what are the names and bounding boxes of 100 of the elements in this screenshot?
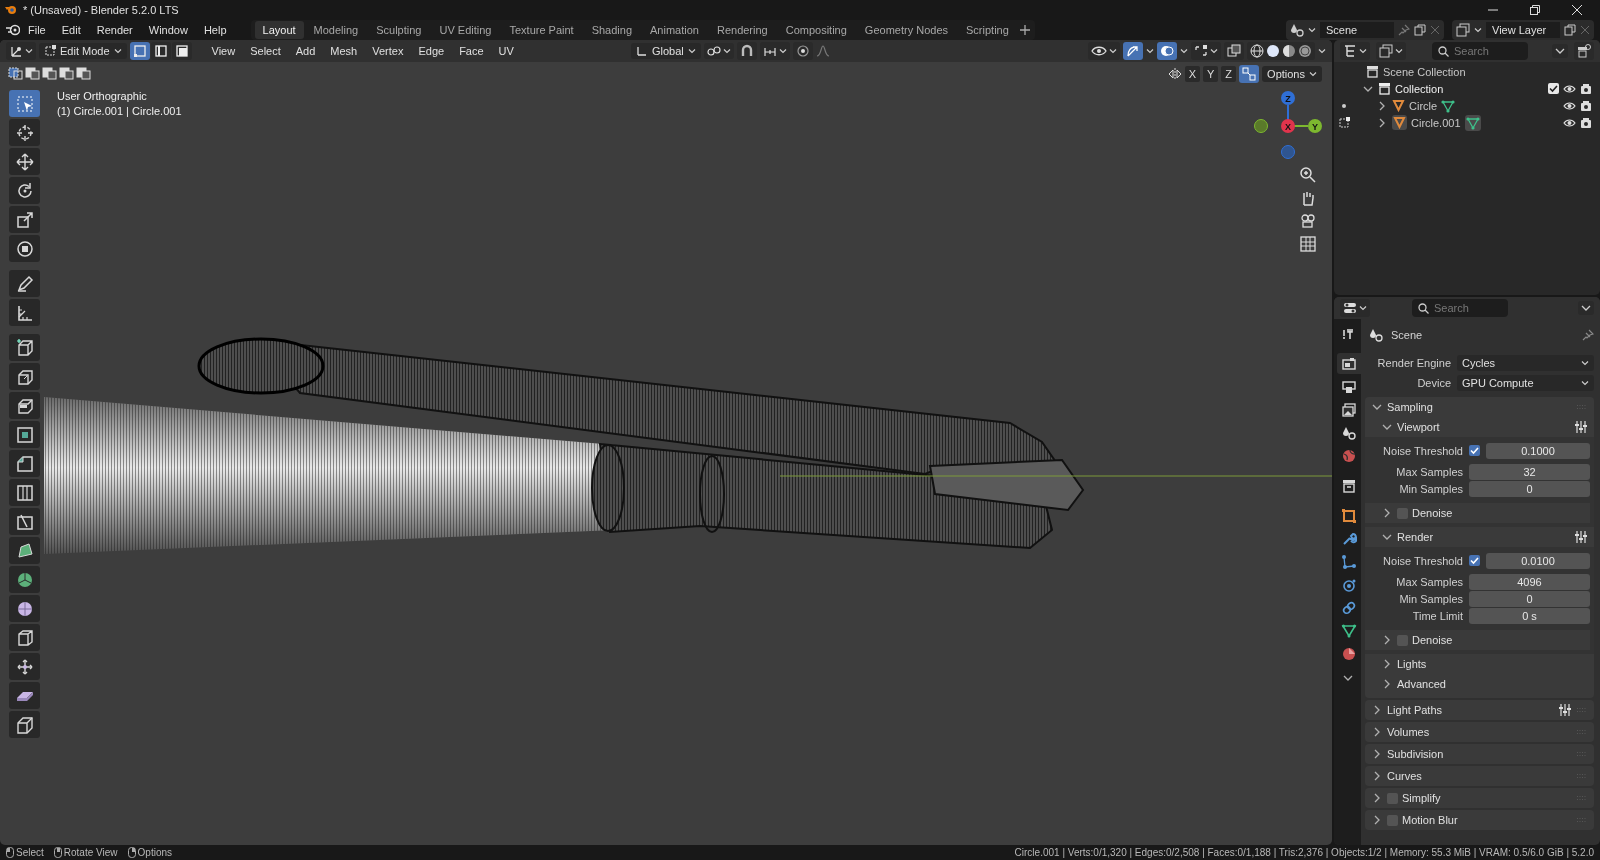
presets-icon[interactable] [1558,703,1572,717]
checkbox[interactable] [1387,792,1398,804]
select-box-icon[interactable] [9,90,40,117]
image-stack-icon[interactable] [1379,44,1393,58]
outliner-item[interactable]: Scene Collection [1383,65,1466,78]
mirror-icon[interactable] [1167,67,1182,81]
vertex-select-icon[interactable] [129,42,150,60]
number-field[interactable]: 0 [1469,590,1590,607]
axis-toggle[interactable]: X [1184,66,1200,82]
checkbox[interactable] [1548,83,1559,94]
presets-icon[interactable] [1574,530,1588,544]
new-collection-icon[interactable] [1577,44,1591,58]
workspace-tab[interactable]: Shading [583,21,641,39]
filter-icon[interactable] [1581,303,1591,313]
restore-icon[interactable] [1530,5,1540,15]
workspace-tab[interactable]: Modeling [305,21,367,39]
pie-icon[interactable] [9,566,40,593]
menu-item[interactable]: Window [140,22,196,38]
subpanel-title[interactable]: Denoise [1412,507,1453,519]
workspace-tab[interactable]: Scripting [958,21,1017,39]
rotate-icon[interactable] [9,177,40,204]
outliner-icon[interactable] [1343,44,1357,58]
zoom-icon[interactable] [1300,167,1316,183]
menu-item[interactable]: Add [289,43,322,59]
selection-mode-icon[interactable] [25,66,41,80]
image-stack-icon[interactable] [1456,23,1470,37]
gizmo-icon[interactable] [1126,44,1140,58]
selection-mode-icon[interactable] [8,66,24,80]
loop-cut-icon[interactable] [9,479,40,506]
target-icon[interactable] [795,44,810,58]
mesh-data-icon[interactable] [1441,98,1456,113]
grip-icon[interactable] [1576,751,1588,757]
panel-title[interactable]: Sampling [1387,401,1433,413]
workspace-tab[interactable]: Geometry Nodes [856,21,956,39]
solid-sphere-icon[interactable] [1266,44,1280,58]
properties-icon[interactable] [1343,301,1357,315]
subpanel-title[interactable]: Lights [1397,658,1427,670]
camera-icon[interactable] [1580,116,1592,129]
link-icon[interactable] [706,45,721,57]
menu-item[interactable]: Help [195,22,235,38]
face-select-icon[interactable] [171,42,192,60]
options-dropdown[interactable]: Options [1262,66,1322,82]
box-frame-icon[interactable] [9,711,40,738]
slab-icon[interactable] [9,682,40,709]
eye-icon[interactable] [1091,44,1107,58]
grip-icon[interactable] [1576,795,1588,801]
outliner-item[interactable]: Circle [1409,99,1438,112]
menu-item[interactable]: Vertex [366,43,410,59]
hand-icon[interactable] [1300,190,1316,206]
checkbox[interactable] [1387,814,1398,826]
inset-icon[interactable] [9,421,40,448]
menu-item[interactable]: Render [88,22,141,38]
arrows-icon[interactable] [9,653,40,680]
knife-icon[interactable] [9,508,40,535]
scene-name[interactable]: Scene [1320,22,1394,38]
number-field[interactable]: 0 [1469,480,1590,497]
grip-icon[interactable] [1576,817,1588,823]
subpanel-title[interactable]: Advanced [1397,678,1446,690]
checkbox[interactable] [1469,445,1480,456]
wireframe-sphere-icon[interactable] [1250,44,1264,58]
workspace-tab[interactable]: Layout [254,21,304,39]
camera-icon[interactable] [1300,213,1316,229]
ruler-icon[interactable] [9,299,40,326]
eye-icon[interactable] [1563,116,1576,129]
scale-icon[interactable] [9,206,40,233]
eye-icon[interactable] [1563,99,1576,112]
selection-mode-icon[interactable] [76,66,92,80]
dropdown[interactable]: GPU Compute [1457,375,1594,391]
axes-icon[interactable] [9,44,23,58]
selection-mode-icon[interactable] [59,66,75,80]
edit-mode-icon[interactable] [1338,116,1350,129]
outliner-item[interactable]: Collection [1395,82,1444,95]
axis-handle[interactable] [1281,145,1295,159]
menu-item[interactable]: UV [492,43,520,59]
cube-outline-icon[interactable] [9,624,40,651]
selection-mode-icon[interactable] [42,66,58,80]
scene-icon[interactable] [1290,23,1304,37]
panel-title[interactable]: Simplify [1402,792,1441,804]
dot-icon[interactable] [1342,103,1346,108]
outliner-item[interactable]: Circle.001 [1411,116,1461,129]
transform-icon[interactable] [9,235,40,262]
axis-handle[interactable] [1254,119,1268,133]
workspace-tab[interactable]: Texture Paint [501,21,582,39]
workspace-tab[interactable]: UV Editing [431,21,500,39]
number-field[interactable]: 32 [1469,463,1590,480]
checkbox[interactable] [1397,507,1408,519]
mesh-overlay-icon[interactable] [1194,44,1208,58]
polygon-icon[interactable] [9,537,40,564]
number-field[interactable]: 0.0100 [1486,552,1590,569]
workspace-tab[interactable]: Sculpting [368,21,430,39]
panel-title[interactable]: Motion Blur [1402,814,1458,826]
menu-item[interactable]: Face [453,43,490,59]
half-sphere-icon[interactable] [1282,44,1296,58]
edge-select-icon[interactable] [150,42,171,60]
grip-icon[interactable] [1576,404,1588,410]
menu-item[interactable]: Edit [53,22,89,38]
filter-icon[interactable] [1555,46,1565,56]
camera-icon[interactable] [1580,99,1592,112]
copy-icon[interactable] [1564,24,1576,36]
search-field[interactable]: Search [1412,299,1508,317]
